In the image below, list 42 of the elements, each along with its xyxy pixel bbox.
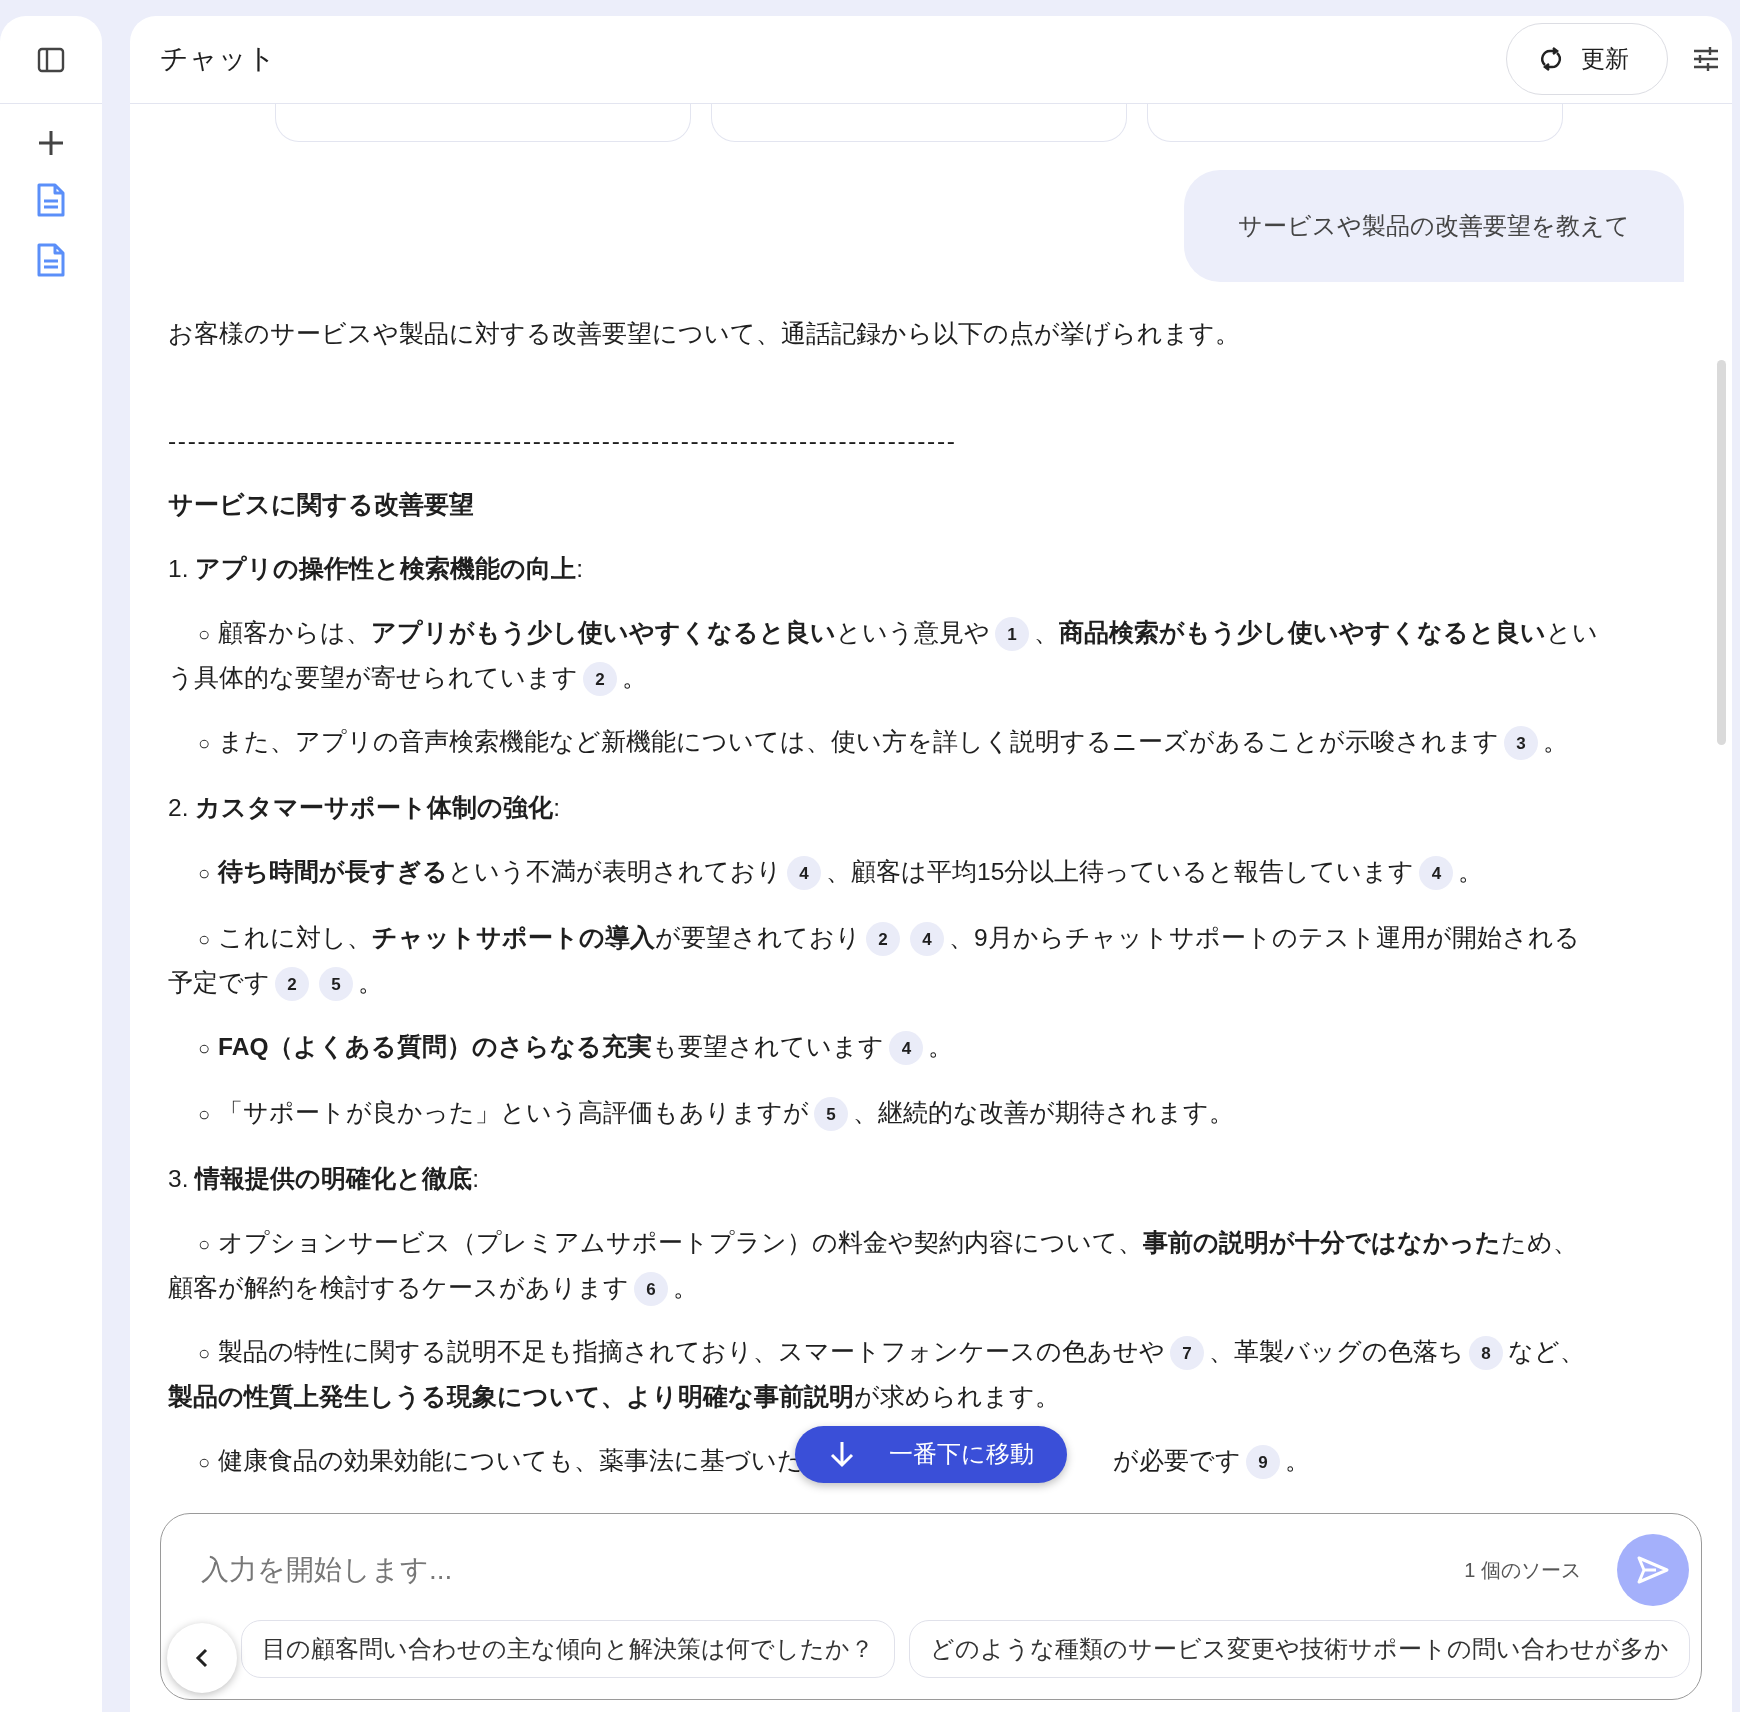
citation-link[interactable]: 3 bbox=[1504, 726, 1539, 761]
paragraph-text: 2. カスタマーサポート体制の強化: bbox=[168, 793, 561, 821]
citation-link[interactable]: 4 bbox=[910, 922, 945, 957]
citation-link[interactable]: 5 bbox=[814, 1097, 849, 1132]
paragraph-text: 3. 情報提供の明確化と徹底: bbox=[168, 1164, 480, 1192]
citation-link[interactable]: 2 bbox=[866, 922, 901, 957]
citation-link[interactable]: 4 bbox=[889, 1031, 924, 1066]
paragraph-text: お客様のサービスや製品に対する改善要望について、通話記録から以下の点が挙げられます。 bbox=[168, 319, 1240, 347]
citation-link[interactable]: 2 bbox=[583, 662, 617, 697]
refresh-button[interactable]: 更新 bbox=[1506, 23, 1668, 96]
document-icon[interactable] bbox=[36, 242, 66, 278]
citation-link[interactable]: 4 bbox=[787, 856, 822, 891]
add-icon[interactable] bbox=[36, 128, 66, 158]
sidebar-toggle-icon[interactable] bbox=[37, 45, 65, 74]
scrollbar[interactable] bbox=[1717, 359, 1726, 745]
suggestion-chip[interactable]: 目の顧客問い合わせの主な傾向と解決策は何でしたか？ bbox=[241, 1619, 895, 1678]
chat-title: チャット bbox=[160, 42, 277, 77]
citation-link[interactable]: 9 bbox=[1246, 1445, 1281, 1480]
document-icon[interactable] bbox=[36, 182, 66, 218]
source-count: 1 個のソース bbox=[1464, 1557, 1581, 1583]
paragraph-text: 1. アプリの操作性と検索機能の向上: bbox=[168, 554, 584, 582]
suggestion-card[interactable] bbox=[711, 103, 1127, 142]
citation-link[interactable]: 7 bbox=[1170, 1336, 1205, 1371]
divider-text: -------------------------------------------------------------------------------- bbox=[168, 425, 958, 456]
citation-link[interactable]: 1 bbox=[995, 617, 1030, 652]
section-heading: サービスに関する改善要望 bbox=[168, 489, 475, 520]
settings-icon[interactable] bbox=[1692, 45, 1720, 74]
citation-link[interactable]: 8 bbox=[1469, 1336, 1504, 1371]
citation-link[interactable]: 4 bbox=[1419, 856, 1454, 891]
list-item-text: ○ 製品の特性に関する説明不足も指摘されており、スマートフォンケースの色あせや 7 、革製バッグの色落ち 8 など、製品の性質上発生しうる現象について、より明確な事前説明が求められます。 bbox=[168, 1337, 1586, 1410]
citation-link[interactable]: 2 bbox=[275, 967, 309, 1002]
message-input[interactable]: 入力を開始します... bbox=[201, 1548, 1429, 1591]
suggestion-card[interactable] bbox=[1147, 103, 1563, 142]
suggestion-card[interactable] bbox=[275, 103, 691, 142]
suggestion-chip[interactable]: どのような種類のサービス変更や技術サポートの問い合わせが多か bbox=[909, 1619, 1690, 1678]
user-message: サービスや製品の改善要望を教えて bbox=[1184, 169, 1684, 282]
citation-link[interactable]: 5 bbox=[319, 967, 353, 1002]
citation-link[interactable]: 6 bbox=[634, 1272, 668, 1307]
arrow-down-icon bbox=[828, 1440, 855, 1469]
send-icon bbox=[1636, 1554, 1670, 1585]
chevron-left-icon bbox=[195, 1647, 209, 1669]
scroll-left-button[interactable] bbox=[167, 1623, 237, 1693]
